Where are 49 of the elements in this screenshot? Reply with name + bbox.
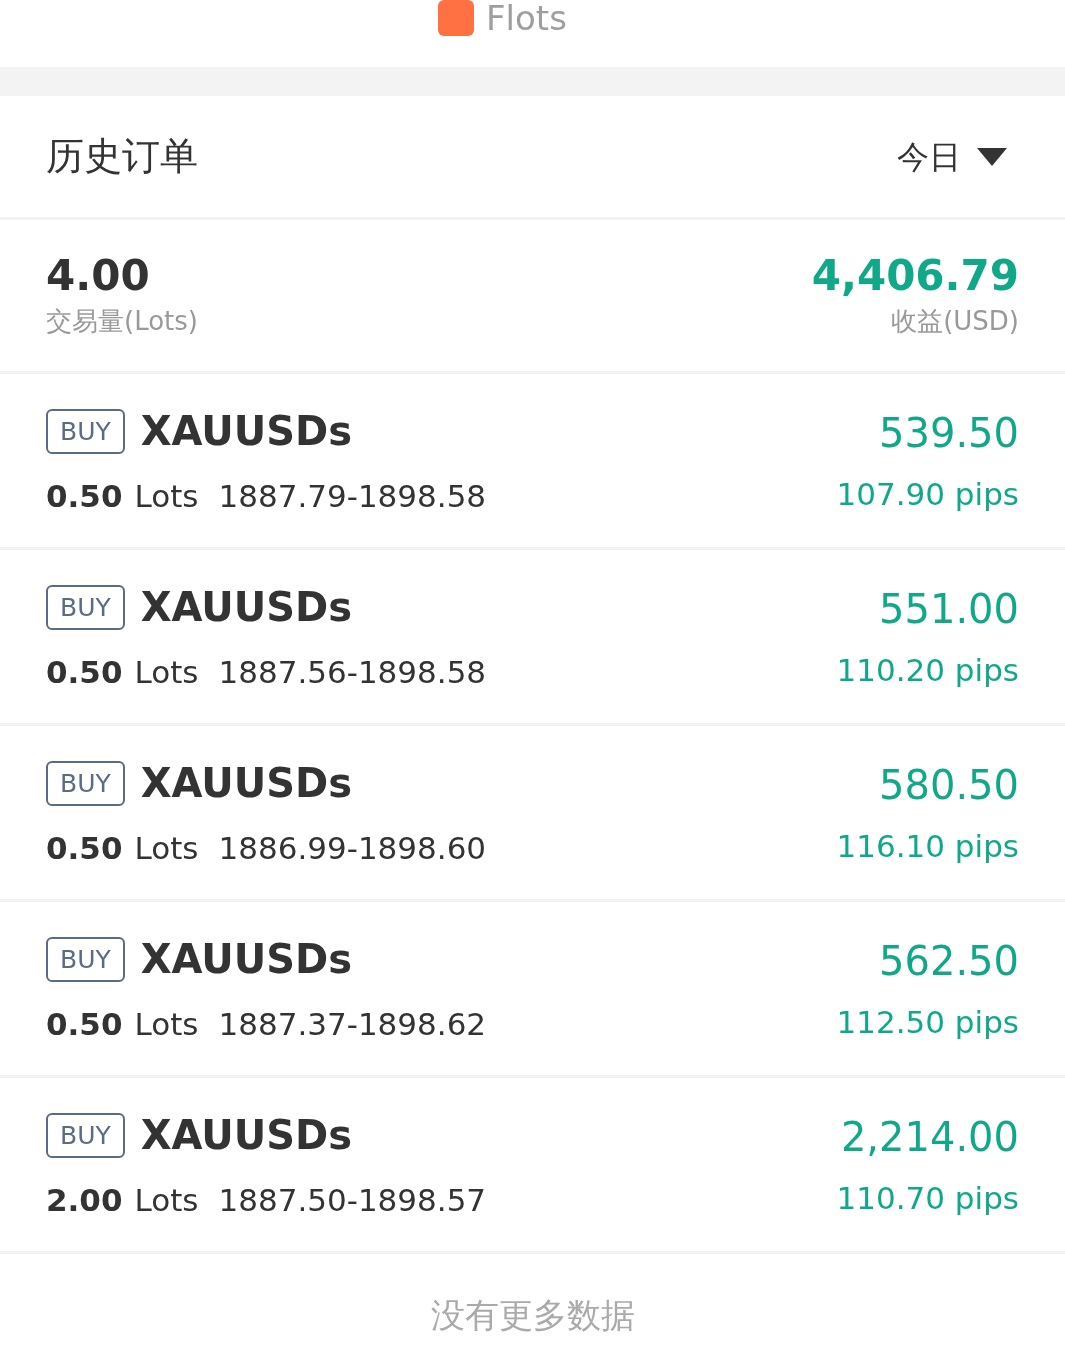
order-profit: 551.00 xyxy=(879,585,1019,635)
side-tag: BUY xyxy=(46,584,125,630)
order-row[interactable]: BUY XAUUSDs 0.50 Lots 1887.37-1898.62 562.50 112.50 pips xyxy=(0,902,1065,1078)
order-row[interactable]: BUY XAUUSDs 0.50 Lots 1886.99-1898.60 580.50 116.10 pips xyxy=(0,726,1065,902)
order-pips: 116.10 pips xyxy=(836,827,1019,867)
side-tag: BUY xyxy=(46,1112,125,1158)
price-range: 1887.79-1898.58 xyxy=(218,477,487,517)
symbol: XAUUSDs xyxy=(140,1111,353,1161)
side-tag: BUY xyxy=(46,936,125,982)
order-pips: 107.90 pips xyxy=(836,475,1019,515)
volume-value: 4.00 xyxy=(46,249,151,302)
order-profit: 539.50 xyxy=(879,409,1019,459)
lots-unit: Lots xyxy=(134,653,199,693)
symbol: XAUUSDs xyxy=(140,935,353,985)
volume-label: 交易量(Lots) xyxy=(46,305,198,339)
order-pips: 110.70 pips xyxy=(836,1179,1019,1219)
price-range: 1887.37-1898.62 xyxy=(218,1005,487,1045)
order-row[interactable]: BUY XAUUSDs 0.50 Lots 1887.79-1898.58 539.50 107.90 pips xyxy=(0,374,1065,550)
profit-label: 收益(USD) xyxy=(891,305,1019,339)
legend-label: Flots xyxy=(486,0,567,40)
lots-unit: Lots xyxy=(134,829,199,869)
lots-value: 2.00 xyxy=(46,1181,123,1221)
section-title: 历史订单 xyxy=(46,133,198,180)
price-range: 1887.56-1898.58 xyxy=(218,653,487,693)
side-tag: BUY xyxy=(46,408,125,454)
price-range: 1887.50-1898.57 xyxy=(218,1181,487,1221)
profit-value: 4,406.79 xyxy=(811,249,1019,302)
lots-unit: Lots xyxy=(134,477,199,517)
symbol: XAUUSDs xyxy=(140,407,353,457)
period-dropdown[interactable]: 今日 xyxy=(897,132,1019,181)
order-row[interactable]: BUY XAUUSDs 2.00 Lots 1887.50-1898.57 2,214.00 110.70 pips xyxy=(0,1078,1065,1254)
caret-icon xyxy=(977,147,1007,166)
order-profit: 2,214.00 xyxy=(840,1113,1019,1163)
lots-value: 0.50 xyxy=(46,653,123,693)
lots-unit: Lots xyxy=(134,1181,199,1221)
order-profit: 562.50 xyxy=(879,937,1019,987)
lots-unit: Lots xyxy=(134,1005,199,1045)
symbol: XAUUSDs xyxy=(140,583,353,633)
order-pips: 112.50 pips xyxy=(836,1003,1019,1043)
order-profit: 580.50 xyxy=(879,761,1019,811)
lots-value: 0.50 xyxy=(46,1005,123,1045)
side-tag: BUY xyxy=(46,760,125,806)
no-more-data: 没有更多数据 xyxy=(430,1294,635,1337)
order-pips: 110.20 pips xyxy=(836,651,1019,691)
lots-value: 0.50 xyxy=(46,477,123,517)
price-range: 1886.99-1898.60 xyxy=(218,829,487,869)
lots-value: 0.50 xyxy=(46,829,123,869)
order-row[interactable]: BUY XAUUSDs 0.50 Lots 1887.56-1898.58 551.00 110.20 pips xyxy=(0,550,1065,726)
symbol: XAUUSDs xyxy=(140,759,353,809)
